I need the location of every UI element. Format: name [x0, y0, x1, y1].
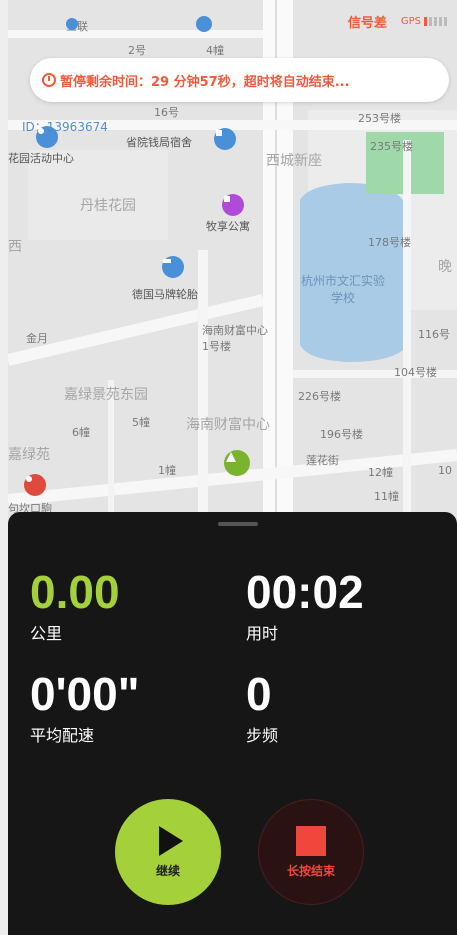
app-screen: 五联 2号 4幢 ID：13963674 16号 花园活动中心 省院钱局宿舍 西… — [0, 0, 457, 935]
map-label: 196号楼 — [320, 428, 363, 441]
map-label: 235号楼 — [370, 140, 413, 153]
map-label: 海南财富中心 — [186, 417, 270, 433]
map-label: 16号 — [154, 106, 179, 119]
distance-stat: 0.00 公里 — [30, 566, 120, 644]
apartment-icon[interactable] — [222, 194, 244, 216]
map-label: 杭州市文汇实验学校 — [300, 274, 385, 305]
map-label: 牧享公寓 — [206, 220, 250, 233]
shop-icon[interactable] — [24, 474, 46, 496]
time-stat: 00:02 用时 — [246, 566, 364, 644]
pace-value: 0'00" — [30, 668, 140, 720]
pace-stat: 0'00" 平均配速 — [30, 668, 140, 746]
metro-icon[interactable] — [66, 18, 78, 30]
end-label: 长按结束 — [286, 863, 335, 878]
map-label: 花园活动中心 — [8, 152, 74, 165]
map-label: 10 — [438, 464, 452, 477]
map-label: 西 — [8, 239, 22, 255]
distance-label: 公里 — [30, 624, 63, 643]
cadence-label: 步频 — [246, 726, 279, 745]
cadence-value: 0 — [246, 668, 272, 720]
map-label: 116号 — [418, 328, 450, 341]
map-label: 海南财富中心1号楼 — [202, 324, 268, 353]
building-icon[interactable] — [214, 128, 236, 150]
map-label: 省院钱局宿舍 — [126, 136, 192, 149]
car-icon[interactable] — [162, 256, 184, 278]
location-pin-icon[interactable] — [36, 126, 58, 148]
pace-label: 平均配速 — [30, 726, 95, 745]
clock-icon — [42, 73, 56, 87]
map-label: 嘉绿景苑东园 — [64, 387, 148, 403]
pause-timer-text: 暂停剩余时间：29 分钟57秒，超时将自动结束... — [60, 74, 350, 90]
map-label: 德国马牌轮胎 — [132, 288, 198, 301]
gps-label: GPS — [400, 16, 421, 27]
end-button[interactable]: 长按结束 — [258, 799, 364, 905]
drag-handle[interactable] — [218, 522, 258, 526]
current-location-icon[interactable] — [224, 450, 250, 476]
map-label: ID：13963674 — [22, 120, 108, 134]
map-label: 6幢 — [72, 426, 90, 439]
workout-panel: 0.00 公里 00:02 用时 0'00" 平均配速 0 步频 继续 长按结束 — [8, 512, 457, 935]
map-label: 莲花街 — [306, 454, 339, 467]
signal-text: 信号差 — [347, 16, 387, 31]
map-label: 226号楼 — [298, 390, 341, 403]
map-label: 4幢 — [206, 44, 224, 57]
map-label: 西城新座 — [266, 153, 322, 169]
map-label: 104号楼 — [394, 366, 437, 379]
signal-status: 信号差 GPS — [348, 12, 447, 31]
cadence-stat: 0 步频 — [246, 668, 278, 746]
time-value: 00:02 — [246, 566, 364, 618]
map-label: 5幢 — [132, 416, 150, 429]
map-label: 丹桂花园 — [80, 198, 136, 214]
pause-timer-banner: 暂停剩余时间：29 分钟57秒，超时将自动结束... — [30, 58, 449, 102]
gps-signal-bars-icon — [424, 17, 447, 26]
map-label: 2号 — [128, 44, 146, 57]
continue-button[interactable]: 继续 — [115, 799, 221, 905]
gps-indicator: GPS — [401, 16, 447, 27]
map-label: 1幢 — [158, 464, 176, 477]
map-label: 金月 — [26, 332, 48, 345]
map-label: 253号楼 — [358, 112, 401, 125]
map-label: 11幢 — [374, 490, 399, 503]
map-label: 嘉绿苑 — [8, 447, 50, 463]
map-label: 12幢 — [368, 466, 393, 479]
parking-icon[interactable] — [196, 16, 212, 32]
continue-label: 继续 — [155, 863, 180, 878]
stop-icon — [296, 825, 326, 856]
play-icon — [159, 825, 183, 856]
time-label: 用时 — [246, 624, 279, 643]
distance-value: 0.00 — [30, 566, 120, 618]
map-label: 晚 — [438, 259, 452, 275]
map-label: 178号楼 — [368, 236, 411, 249]
